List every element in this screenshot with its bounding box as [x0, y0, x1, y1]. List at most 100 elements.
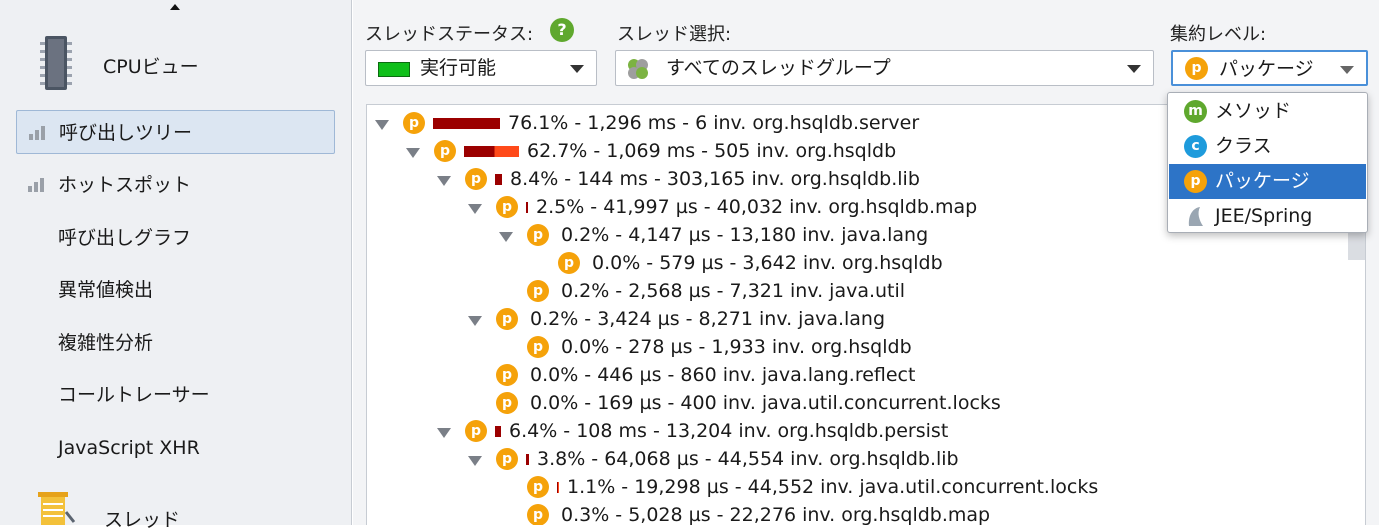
thread-spool-icon — [38, 492, 76, 525]
thread-status-select[interactable]: 実行可能 — [365, 50, 597, 86]
percentage-bar — [433, 118, 500, 129]
percentage-bar — [495, 174, 502, 185]
tree-row-label: 1.1% - 19,298 µs - 44,552 inv. java.util… — [567, 476, 1099, 498]
package-badge-icon: p — [429, 135, 456, 162]
sidebar-item-outlier-detection[interactable]: 異常値検出 — [16, 268, 335, 312]
sidebar-item-call-tree[interactable]: 呼び出しツリー — [16, 110, 335, 154]
package-badge-icon: p — [522, 471, 549, 498]
expand-toggle-icon[interactable] — [406, 148, 420, 158]
tree-row-label: 0.2% - 3,424 µs - 8,271 inv. java.lang — [530, 308, 886, 330]
package-badge-icon: p — [403, 112, 425, 134]
tree-row-label: 2.5% - 41,997 µs - 40,032 inv. org.hsqld… — [536, 196, 978, 218]
sidebar-item-label: 呼び出しグラフ — [58, 227, 192, 249]
dropdown-option[interactable]: JEE/Spring — [1169, 199, 1366, 234]
expand-toggle-icon[interactable] — [468, 456, 482, 466]
tree-row[interactable]: p 0.3% - 5,028 µs - 22,276 inv. org.hsqld… — [367, 499, 1347, 525]
dropdown-option-label: メソッド — [1215, 100, 1292, 122]
expand-toggle-icon[interactable] — [375, 120, 389, 130]
tree-row[interactable]: p 3.8% - 64,068 µs - 44,554 inv. org.hsql… — [367, 445, 1347, 473]
tree-row-label: 3.8% - 64,068 µs - 44,554 inv. org.hsqld… — [537, 448, 959, 470]
percentage-bar — [557, 482, 559, 493]
tree-row[interactable]: p 0.0% - 446 µs - 860 inv. java.lang.refl… — [367, 359, 1347, 389]
sidebar-item-call-tracer[interactable]: コールトレーサー — [16, 373, 335, 417]
tree-row-label: 0.2% - 2,568 µs - 7,321 inv. java.util — [561, 280, 906, 302]
help-icon[interactable]: ? — [550, 18, 574, 42]
cpu-view-heading: CPUビュー — [103, 56, 199, 78]
tree-row[interactable]: p 0.0% - 169 µs - 400 inv. java.util.conc… — [367, 387, 1347, 417]
scrollbar-thumb[interactable] — [1348, 230, 1365, 260]
package-badge-icon: p — [527, 224, 549, 246]
tree-row[interactable]: p 0.2% - 3,424 µs - 8,271 inv. java.lang — [367, 305, 1347, 333]
type-badge-icon: m — [1184, 100, 1207, 123]
thread-status-label: スレッドステータス: — [365, 24, 534, 45]
dropdown-option-label: JEE/Spring — [1215, 205, 1313, 227]
sidebar-item-label: 異常値検出 — [58, 279, 154, 301]
tree-row-label: 0.0% - 579 µs - 3,642 inv. org.hsqldb — [592, 252, 943, 274]
dropdown-option[interactable]: c クラス — [1169, 129, 1366, 164]
tree-row[interactable]: p 0.0% - 278 µs - 1,933 inv. org.hsqldb — [367, 331, 1347, 361]
percentage-bar — [526, 454, 529, 465]
scroll-up-arrow-icon[interactable] — [170, 4, 180, 10]
tree-row[interactable]: p 0.0% - 579 µs - 3,642 inv. org.hsqldb — [367, 247, 1347, 277]
tree-row[interactable]: p 6.4% - 108 ms - 13,204 inv. org.hsqldb.… — [367, 417, 1347, 445]
package-badge-icon: p — [522, 331, 549, 358]
thread-select-dropdown[interactable]: すべてのスレッドグループ — [615, 50, 1154, 86]
sidebar-item-label: コールトレーサー — [58, 384, 210, 406]
package-badge-icon: p — [465, 420, 487, 442]
chevron-down-icon — [1127, 65, 1141, 73]
sidebar-item-label: 呼び出しツリー — [59, 122, 193, 144]
sidebar-item-label: 複雑性分析 — [58, 332, 154, 354]
expand-toggle-icon[interactable] — [499, 232, 513, 242]
dropdown-option-label: クラス — [1215, 135, 1272, 157]
sidebar: CPUビュー 呼び出しツリー ホットスポット 呼び出しグラフ 異常値検出 複雑性… — [0, 0, 352, 531]
sidebar-item-complexity-analysis[interactable]: 複雑性分析 — [16, 321, 335, 365]
expand-toggle-icon[interactable] — [437, 176, 451, 186]
tree-row-label: 0.2% - 4,147 µs - 13,180 inv. java.lang — [561, 224, 929, 246]
jee-spring-icon — [1184, 205, 1207, 228]
package-badge-icon: p — [496, 448, 518, 470]
percentage-bar — [464, 146, 519, 157]
sidebar-item-hotspots[interactable]: ホットスポット — [16, 163, 335, 207]
thread-status-value: 実行可能 — [420, 57, 497, 79]
aggregation-level-select[interactable]: p パッケージ — [1171, 50, 1368, 86]
tree-row-label: 0.0% - 278 µs - 1,933 inv. org.hsqldb — [561, 336, 912, 358]
chevron-down-icon — [1340, 66, 1354, 74]
expand-toggle-icon[interactable] — [468, 316, 482, 326]
sidebar-item-javascript-xhr[interactable]: JavaScript XHR — [16, 426, 335, 470]
tree-row-label: 0.0% - 446 µs - 860 inv. java.lang.refle… — [530, 364, 916, 386]
type-badge-icon: c — [1184, 135, 1207, 158]
percentage-bar — [495, 426, 501, 437]
package-badge-icon: p — [1185, 57, 1208, 80]
chevron-down-icon — [570, 65, 584, 73]
tree-row-label: 8.4% - 144 ms - 303,165 inv. org.hsqldb.… — [510, 168, 920, 190]
package-badge-icon: p — [553, 247, 580, 274]
sidebar-item-call-graph[interactable]: 呼び出しグラフ — [16, 216, 335, 260]
expand-toggle-icon[interactable] — [437, 428, 451, 438]
aggregation-level-dropdown-list: m メソッド c クラス p パッケージ JEE/Spring — [1167, 92, 1368, 233]
tree-row[interactable]: p 1.1% - 19,298 µs - 44,552 inv. java.uti… — [367, 471, 1347, 501]
expand-toggle-icon[interactable] — [468, 204, 482, 214]
tree-row[interactable]: p 0.2% - 2,568 µs - 7,321 inv. java.util — [367, 275, 1347, 305]
bar-chart-icon — [28, 178, 44, 192]
dropdown-option[interactable]: m メソッド — [1169, 94, 1366, 129]
package-badge-icon: p — [496, 196, 518, 218]
tree-row-label: 6.4% - 108 ms - 13,204 inv. org.hsqldb.p… — [509, 420, 949, 442]
aggregation-level-label: 集約レベル: — [1170, 24, 1267, 45]
thread-select-value: すべてのスレッドグループ — [666, 57, 891, 79]
package-badge-icon: p — [491, 359, 518, 386]
aggregation-level-value: パッケージ — [1219, 58, 1314, 80]
package-badge-icon: p — [522, 275, 549, 302]
tree-row-label: 62.7% - 1,069 ms - 505 inv. org.hsqldb — [527, 140, 897, 162]
tree-row-label: 0.0% - 169 µs - 400 inv. java.util.concu… — [530, 392, 1001, 414]
dropdown-option[interactable]: p パッケージ — [1169, 164, 1366, 199]
thread-group-icon — [628, 59, 648, 79]
dropdown-option-label: パッケージ — [1215, 170, 1310, 192]
tree-row-label: 76.1% - 1,296 ms - 6 inv. org.hsqldb.ser… — [508, 112, 920, 134]
type-badge-icon: p — [1184, 170, 1207, 193]
package-badge-icon: p — [496, 308, 518, 330]
thread-select-label: スレッド選択: — [617, 24, 732, 45]
package-badge-icon: p — [491, 387, 518, 414]
sidebar-item-label: ホットスポット — [58, 174, 192, 196]
sidebar-item-threads[interactable]: スレッド — [104, 505, 180, 532]
sidebar-item-label: JavaScript XHR — [58, 437, 200, 459]
